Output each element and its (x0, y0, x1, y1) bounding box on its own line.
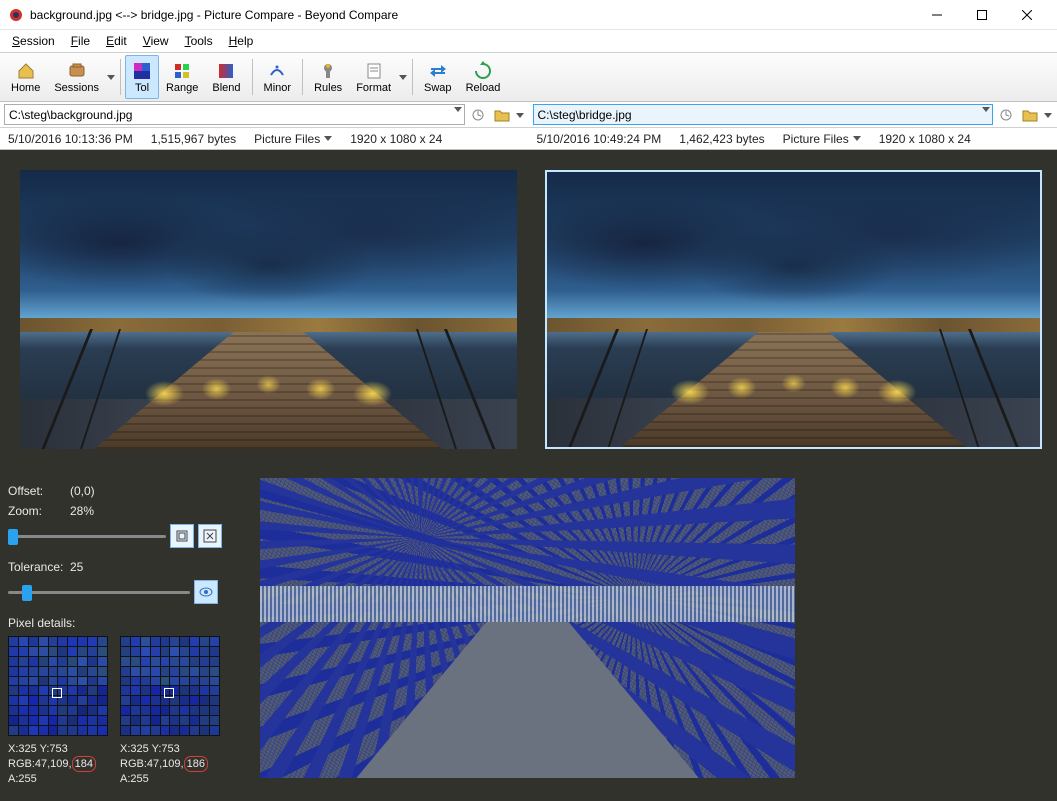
range-button[interactable]: Range (159, 55, 205, 99)
menu-view[interactable]: View (135, 32, 177, 50)
right-pixel-readout: X:325 Y:753 RGB:47,109,186 A:255 (120, 742, 220, 786)
offset-value: (0,0) (70, 484, 95, 498)
app-icon (8, 7, 24, 23)
left-info: 5/10/2016 10:13:36 PM 1,515,967 bytes Pi… (0, 128, 529, 149)
bottom-panel: Offset:(0,0) Zoom:28% Tolerance:25 Pixel… (0, 472, 1057, 801)
home-button[interactable]: Home (4, 55, 47, 99)
blend-button[interactable]: Blend (205, 55, 247, 99)
minor-icon (267, 61, 287, 81)
menu-session[interactable]: Session (4, 32, 63, 50)
diff-pane[interactable] (260, 472, 1057, 801)
format-icon (364, 61, 384, 81)
toolbar: Home Sessions Tol Range Blend Minor Rule… (0, 52, 1057, 102)
reload-icon (473, 61, 493, 81)
format-button[interactable]: Format (349, 55, 398, 99)
pixel-details-label: Pixel details: (8, 616, 75, 630)
left-dims: 1920 x 1080 x 24 (350, 132, 442, 146)
diff-image (260, 478, 795, 778)
right-bytes: 1,462,423 bytes (679, 132, 764, 146)
right-path-input[interactable]: C:\steg\bridge.jpg (533, 104, 994, 125)
toolbar-sep (412, 59, 413, 95)
maximize-button[interactable] (959, 1, 1004, 29)
pathbar: C:\steg\background.jpg C:\steg\bridge.jp… (0, 102, 1057, 128)
right-filetype-dropdown[interactable]: Picture Files (783, 132, 861, 146)
right-browse-dropdown[interactable] (1043, 111, 1053, 119)
left-browse-dropdown[interactable] (515, 111, 525, 119)
right-browse-button[interactable] (1019, 104, 1041, 125)
home-icon (16, 61, 36, 81)
toolbar-sep (252, 59, 253, 95)
right-info: 5/10/2016 10:49:24 PM 1,462,423 bytes Pi… (529, 128, 1057, 149)
left-image (20, 170, 517, 449)
swap-button[interactable]: Swap (417, 55, 459, 99)
right-path-side: C:\steg\bridge.jpg (529, 102, 1057, 127)
actual-size-button[interactable] (198, 524, 222, 548)
right-pixel-grid (120, 636, 220, 736)
chevron-down-icon (324, 136, 332, 141)
left-timestamp: 5/10/2016 10:13:36 PM (8, 132, 133, 146)
chevron-down-icon (853, 136, 861, 141)
left-filetype-dropdown[interactable]: Picture Files (254, 132, 332, 146)
toolbar-sep (302, 59, 303, 95)
reload-button[interactable]: Reload (459, 55, 508, 99)
tolerance-value: 25 (70, 560, 83, 574)
left-path-side: C:\steg\background.jpg (0, 102, 529, 127)
left-image-pane[interactable] (10, 160, 527, 462)
window-controls (914, 1, 1049, 29)
minor-button[interactable]: Minor (257, 55, 299, 99)
fit-button[interactable] (170, 524, 194, 548)
sessions-button[interactable]: Sessions (47, 55, 106, 99)
zoom-label: Zoom: (8, 504, 70, 518)
image-row (0, 150, 1057, 472)
left-bytes: 1,515,967 bytes (151, 132, 236, 146)
left-pixel-grid (8, 636, 108, 736)
sessions-dropdown[interactable] (106, 73, 116, 81)
menu-file[interactable]: File (63, 32, 98, 50)
right-path-text: C:\steg\bridge.jpg (538, 108, 632, 122)
infobar: 5/10/2016 10:13:36 PM 1,515,967 bytes Pi… (0, 128, 1057, 150)
right-image (545, 170, 1042, 449)
menubar: Session File Edit View Tools Help (0, 30, 1057, 52)
tolerance-label: Tolerance: (8, 560, 70, 574)
range-icon (172, 61, 192, 81)
toolbar-sep (120, 59, 121, 95)
swap-icon (428, 61, 448, 81)
right-image-pane[interactable] (535, 160, 1052, 462)
sessions-icon (67, 61, 87, 81)
menu-tools[interactable]: Tools (177, 32, 221, 50)
right-history-button[interactable] (995, 104, 1017, 125)
rules-icon (318, 61, 338, 81)
tol-button[interactable]: Tol (125, 55, 159, 99)
left-pixel-readout: X:325 Y:753 RGB:47,109,184 A:255 (8, 742, 108, 786)
right-timestamp: 5/10/2016 10:49:24 PM (537, 132, 662, 146)
side-panel: Offset:(0,0) Zoom:28% Tolerance:25 Pixel… (0, 472, 260, 801)
left-path-input[interactable]: C:\steg\background.jpg (4, 104, 465, 125)
rules-button[interactable]: Rules (307, 55, 349, 99)
blend-icon (216, 61, 236, 81)
window-title: background.jpg <--> bridge.jpg - Picture… (30, 8, 914, 22)
left-path-text: C:\steg\background.jpg (9, 108, 132, 122)
close-button[interactable] (1004, 1, 1049, 29)
tolerance-preview-button[interactable] (194, 580, 218, 604)
zoom-slider[interactable] (8, 527, 166, 545)
left-browse-button[interactable] (491, 104, 513, 125)
chevron-down-icon (454, 107, 462, 112)
tolerance-slider[interactable] (8, 583, 190, 601)
minimize-button[interactable] (914, 1, 959, 29)
menu-edit[interactable]: Edit (98, 32, 135, 50)
titlebar: background.jpg <--> bridge.jpg - Picture… (0, 0, 1057, 30)
menu-help[interactable]: Help (221, 32, 262, 50)
offset-label: Offset: (8, 484, 70, 498)
chevron-down-icon (982, 107, 990, 112)
left-history-button[interactable] (467, 104, 489, 125)
format-dropdown[interactable] (398, 73, 408, 81)
right-dims: 1920 x 1080 x 24 (879, 132, 971, 146)
zoom-value: 28% (70, 504, 94, 518)
tol-icon (132, 61, 152, 81)
